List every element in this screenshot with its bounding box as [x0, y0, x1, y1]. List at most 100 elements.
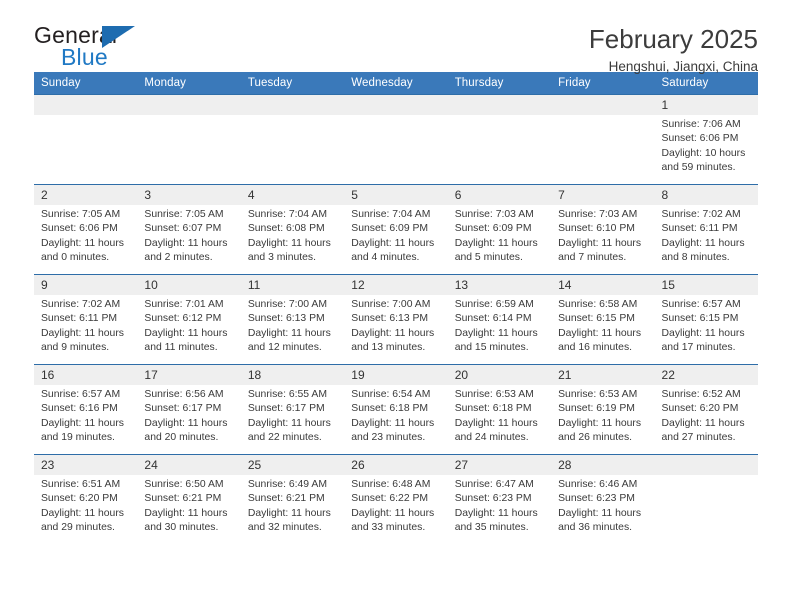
sun-times-line: Daylight: 11 hours [144, 327, 228, 339]
sun-times-line: and 22 minutes. [247, 432, 322, 444]
sun-times-info: Sunrise: 7:03 AM Sunset: 6:09 PM Daylight:… [448, 205, 551, 266]
sun-times-line: Daylight: 11 hours [558, 327, 642, 339]
sun-times-info: Sunrise: 7:06 AM Sunset: 6:06 PM Daylight:… [655, 115, 758, 176]
sun-times-line: and 19 minutes. [41, 432, 115, 444]
calendar-day-cell[interactable]: 22 Sunrise: 6:52 AM Sunset: 6:20 PM Dayligh… [654, 364, 758, 455]
day-number: 28 [551, 455, 655, 475]
calendar-day-cell[interactable]: 13 Sunrise: 6:59 AM Sunset: 6:14 PM Dayligh… [447, 274, 552, 365]
day-number: 10 [137, 275, 241, 295]
sun-times-line: Daylight: 11 hours [454, 507, 538, 519]
sun-times-info: Sunrise: 6:47 AM Sunset: 6:23 PM Daylight:… [448, 475, 551, 536]
sun-times-info: Sunrise: 7:02 AM Sunset: 6:11 PM Daylight:… [34, 295, 137, 356]
day-number [137, 95, 241, 115]
calendar-day-cell[interactable]: 3 Sunrise: 7:05 AM Sunset: 6:07 PM Daylight… [137, 184, 241, 275]
sun-times-line: Sunrise: 6:57 AM [41, 389, 121, 400]
sun-times-line: Sunrise: 7:00 AM [351, 299, 431, 310]
day-number: 8 [654, 185, 758, 205]
sun-times-line: Sunrise: 7:01 AM [144, 299, 224, 310]
sun-times-line: Sunset: 6:06 PM [661, 133, 739, 145]
sun-times-line: Sunset: 6:15 PM [558, 313, 635, 325]
calendar-day-cell[interactable]: 2 Sunrise: 7:05 AM Sunset: 6:06 PM Daylight… [34, 184, 138, 275]
calendar-day-cell[interactable]: 1 Sunrise: 7:06 AM Sunset: 6:06 PM Daylight… [654, 94, 758, 185]
weekday-header-monday: Monday [137, 72, 241, 95]
calendar-day-cell[interactable]: 21 Sunrise: 6:53 AM Sunset: 6:19 PM Dayligh… [551, 364, 655, 455]
sunrise-sunset-calendar: Sunday Monday Tuesday Wednesday Thursday Frid… [34, 72, 758, 545]
sun-times-info: Sunrise: 6:53 AM Sunset: 6:19 PM Daylight:… [551, 385, 654, 446]
sun-times-line: and 16 minutes. [558, 342, 633, 354]
sun-times-line: Sunset: 6:22 PM [351, 493, 429, 505]
sun-times-line: Sunrise: 6:52 AM [661, 389, 741, 400]
sun-times-line: Daylight: 11 hours [661, 237, 745, 249]
calendar-day-cell[interactable]: 28 Sunrise: 6:46 AM Sunset: 6:23 PM Dayligh… [551, 454, 655, 545]
day-number: 6 [447, 185, 552, 205]
sun-times-line: Daylight: 11 hours [247, 417, 331, 429]
sun-times-line: Daylight: 11 hours [351, 417, 435, 429]
day-number: 25 [240, 455, 345, 475]
calendar-day-cell[interactable]: 17 Sunrise: 6:56 AM Sunset: 6:17 PM Dayligh… [137, 364, 241, 455]
sun-times-info: Sunrise: 6:53 AM Sunset: 6:18 PM Daylight:… [448, 385, 551, 446]
logo-text-blue: Blue [61, 44, 108, 70]
calendar-day-cell[interactable]: 16 Sunrise: 6:57 AM Sunset: 6:16 PM Dayligh… [34, 364, 138, 455]
calendar-day-cell[interactable]: 14 Sunrise: 6:58 AM Sunset: 6:15 PM Dayligh… [551, 274, 655, 365]
calendar-day-cell[interactable]: 26 Sunrise: 6:48 AM Sunset: 6:22 PM Dayligh… [344, 454, 448, 545]
calendar-day-cell-empty [344, 94, 448, 185]
day-number: 21 [551, 365, 655, 385]
sun-times-line: Sunset: 6:10 PM [558, 223, 635, 235]
sun-times-line: and 15 minutes. [454, 342, 529, 354]
sun-times-line: Sunset: 6:07 PM [144, 223, 222, 235]
sun-times-line: Sunrise: 7:05 AM [144, 209, 224, 220]
sun-times-line: Sunset: 6:14 PM [454, 313, 532, 325]
sun-times-line: Sunrise: 7:03 AM [558, 209, 638, 220]
calendar-day-cell[interactable]: 24 Sunrise: 6:50 AM Sunset: 6:21 PM Dayligh… [137, 454, 241, 545]
day-number [551, 95, 655, 115]
calendar-day-cell[interactable]: 7 Sunrise: 7:03 AM Sunset: 6:10 PM Daylight… [551, 184, 655, 275]
sun-times-info: Sunrise: 7:03 AM Sunset: 6:10 PM Daylight:… [551, 205, 654, 266]
sun-times-info: Sunrise: 6:49 AM Sunset: 6:21 PM Daylight:… [241, 475, 344, 536]
sun-times-info: Sunrise: 7:02 AM Sunset: 6:11 PM Daylight:… [655, 205, 758, 266]
sun-times-line: Sunrise: 7:02 AM [41, 299, 121, 310]
calendar-day-cell[interactable]: 11 Sunrise: 7:00 AM Sunset: 6:13 PM Dayligh… [240, 274, 345, 365]
sun-times-line: Sunrise: 6:46 AM [558, 479, 638, 490]
sun-times-line: Sunrise: 6:48 AM [351, 479, 431, 490]
sun-times-line: Sunset: 6:11 PM [41, 313, 118, 325]
sun-times-line: Sunset: 6:15 PM [661, 313, 739, 325]
calendar-day-cell[interactable]: 8 Sunrise: 7:02 AM Sunset: 6:11 PM Daylight… [654, 184, 758, 275]
calendar-page: General Blue February 2025 Hengshui, Jia… [0, 0, 792, 612]
calendar-day-cell[interactable]: 20 Sunrise: 6:53 AM Sunset: 6:18 PM Dayligh… [447, 364, 552, 455]
calendar-day-cell[interactable]: 9 Sunrise: 7:02 AM Sunset: 6:11 PM Daylight… [34, 274, 138, 365]
sun-times-line: Sunrise: 6:56 AM [144, 389, 224, 400]
sun-times-line: Sunrise: 6:51 AM [41, 479, 121, 490]
calendar-day-cell[interactable]: 12 Sunrise: 7:00 AM Sunset: 6:13 PM Dayligh… [344, 274, 448, 365]
sun-times-line: and 8 minutes. [661, 252, 730, 264]
sun-times-info: Sunrise: 7:04 AM Sunset: 6:09 PM Daylight:… [344, 205, 447, 266]
weekday-header-tuesday: Tuesday [240, 72, 345, 95]
sun-times-info: Sunrise: 6:58 AM Sunset: 6:15 PM Daylight:… [551, 295, 654, 356]
day-number: 12 [344, 275, 448, 295]
sun-times-line: and 23 minutes. [351, 432, 426, 444]
calendar-day-cell[interactable]: 19 Sunrise: 6:54 AM Sunset: 6:18 PM Dayligh… [344, 364, 448, 455]
sun-times-line: and 27 minutes. [661, 432, 736, 444]
calendar-day-cell-empty [34, 94, 138, 185]
calendar-week-row: 9 Sunrise: 7:02 AM Sunset: 6:11 PM Daylight… [34, 274, 758, 365]
sun-times-line: Sunset: 6:19 PM [558, 403, 635, 415]
sun-times-line: and 17 minutes. [661, 342, 736, 354]
sun-times-line: Sunset: 6:13 PM [247, 313, 325, 325]
sun-times-line: Daylight: 11 hours [144, 417, 228, 429]
calendar-body: 1 Sunrise: 7:06 AM Sunset: 6:06 PM Daylight… [34, 94, 758, 545]
sun-times-line: Sunset: 6:08 PM [247, 223, 325, 235]
calendar-day-cell[interactable]: 6 Sunrise: 7:03 AM Sunset: 6:09 PM Daylight… [447, 184, 552, 275]
calendar-day-cell[interactable]: 10 Sunrise: 7:01 AM Sunset: 6:12 PM Dayligh… [137, 274, 241, 365]
sun-times-line: Sunrise: 7:00 AM [247, 299, 327, 310]
sun-times-line: Sunrise: 7:05 AM [41, 209, 121, 220]
calendar-day-cell[interactable]: 25 Sunrise: 6:49 AM Sunset: 6:21 PM Dayligh… [240, 454, 345, 545]
sun-times-line: Sunset: 6:20 PM [661, 403, 739, 415]
sun-times-line: Sunset: 6:21 PM [247, 493, 325, 505]
calendar-day-cell[interactable]: 27 Sunrise: 6:47 AM Sunset: 6:23 PM Dayligh… [447, 454, 552, 545]
calendar-day-cell[interactable]: 4 Sunrise: 7:04 AM Sunset: 6:08 PM Daylight… [240, 184, 345, 275]
calendar-day-cell[interactable]: 15 Sunrise: 6:57 AM Sunset: 6:15 PM Dayligh… [654, 274, 758, 365]
calendar-day-cell[interactable]: 5 Sunrise: 7:04 AM Sunset: 6:09 PM Daylight… [344, 184, 448, 275]
calendar-day-cell[interactable]: 23 Sunrise: 6:51 AM Sunset: 6:20 PM Dayligh… [34, 454, 138, 545]
day-number: 24 [137, 455, 241, 475]
calendar-day-cell[interactable]: 18 Sunrise: 6:55 AM Sunset: 6:17 PM Dayligh… [240, 364, 345, 455]
generalblue-logo[interactable]: General Blue [34, 22, 149, 74]
